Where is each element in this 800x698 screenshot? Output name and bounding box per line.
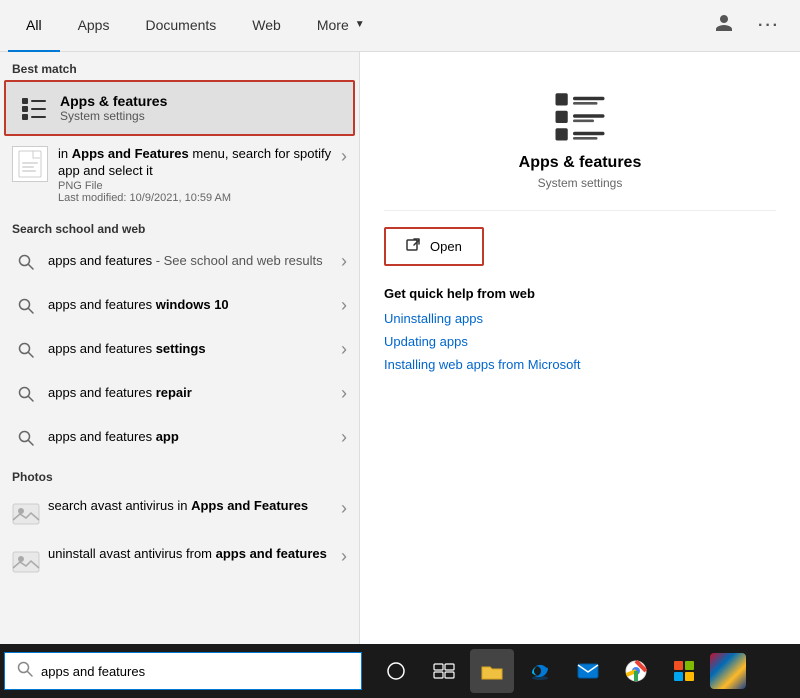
game-icon[interactable] bbox=[710, 653, 746, 689]
photo-result-1[interactable]: search avast antivirus in Apps and Featu… bbox=[0, 488, 359, 536]
chevron-down-icon: ▼ bbox=[355, 19, 365, 30]
file-result-title: in Apps and Features menu, search for sp… bbox=[58, 146, 341, 180]
chrome-icon[interactable] bbox=[614, 649, 658, 693]
search-icon bbox=[17, 661, 33, 682]
photo-result-2-content: uninstall avast antivirus from apps and … bbox=[48, 546, 341, 563]
more-options-icon[interactable]: ··· bbox=[754, 13, 784, 39]
tab-documents[interactable]: Documents bbox=[127, 0, 234, 52]
best-match-title: Apps & features bbox=[60, 93, 167, 109]
photo-result-1-chevron bbox=[341, 498, 347, 519]
web-result-4-chevron bbox=[341, 383, 347, 404]
web-result-1-title: apps and features - See school and web r… bbox=[48, 253, 341, 270]
tab-web[interactable]: Web bbox=[234, 0, 299, 52]
tab-apps[interactable]: Apps bbox=[60, 0, 128, 52]
best-match-subtitle: System settings bbox=[60, 109, 167, 123]
quick-help-title: Get quick help from web bbox=[384, 286, 776, 301]
app-preview-title: Apps & features bbox=[519, 154, 642, 172]
mail-icon[interactable] bbox=[566, 649, 610, 693]
file-chevron-icon bbox=[341, 146, 347, 167]
tab-all[interactable]: All bbox=[8, 0, 60, 52]
open-label: Open bbox=[430, 239, 462, 254]
web-result-1-chevron bbox=[341, 251, 347, 272]
web-result-5[interactable]: apps and features app bbox=[0, 416, 359, 460]
tab-more[interactable]: More ▼ bbox=[299, 0, 383, 52]
best-match-text: Apps & features System settings bbox=[60, 93, 167, 123]
apps-features-icon bbox=[18, 92, 50, 124]
photo-result-1-title: search avast antivirus in Apps and Featu… bbox=[48, 498, 341, 515]
store-icon[interactable] bbox=[662, 649, 706, 693]
search-bar bbox=[4, 652, 362, 690]
quick-help-link-3[interactable]: Installing web apps from Microsoft bbox=[384, 357, 776, 372]
open-icon bbox=[406, 237, 422, 256]
left-panel: Best match Apps & features System settin… bbox=[0, 52, 360, 644]
web-result-5-title: apps and features app bbox=[48, 429, 341, 446]
web-result-4-title: apps and features repair bbox=[48, 385, 341, 402]
web-result-3-content: apps and features settings bbox=[48, 341, 341, 358]
task-view-icon[interactable] bbox=[374, 649, 418, 693]
web-result-2-content: apps and features windows 10 bbox=[48, 297, 341, 314]
file-result-type: PNG File bbox=[58, 180, 341, 192]
top-nav: All Apps Documents Web More ▼ ··· bbox=[0, 0, 800, 52]
web-result-1-content: apps and features - See school and web r… bbox=[48, 253, 341, 270]
web-result-2-title: apps and features windows 10 bbox=[48, 297, 341, 314]
file-result-item[interactable]: in Apps and Features menu, search for sp… bbox=[0, 138, 359, 212]
web-result-3[interactable]: apps and features settings bbox=[0, 328, 359, 372]
file-icon bbox=[12, 146, 48, 182]
best-match-label: Best match bbox=[0, 52, 359, 80]
quick-help-link-1[interactable]: Uninstalling apps bbox=[384, 311, 776, 326]
app-preview-subtitle: System settings bbox=[538, 176, 623, 190]
best-match-item[interactable]: Apps & features System settings bbox=[4, 80, 355, 136]
app-preview: Apps & features System settings bbox=[384, 72, 776, 211]
web-result-2[interactable]: apps and features windows 10 bbox=[0, 284, 359, 328]
file-explorer-icon[interactable] bbox=[470, 649, 514, 693]
web-result-1[interactable]: apps and features - See school and web r… bbox=[0, 240, 359, 284]
search-loop-icon-2 bbox=[12, 292, 40, 320]
multitasking-icon[interactable] bbox=[422, 649, 466, 693]
photo-icon-2 bbox=[12, 548, 40, 576]
web-result-4[interactable]: apps and features repair bbox=[0, 372, 359, 416]
web-result-3-title: apps and features settings bbox=[48, 341, 341, 358]
photos-label: Photos bbox=[0, 460, 359, 488]
photo-result-2[interactable]: uninstall avast antivirus from apps and … bbox=[0, 536, 359, 584]
web-result-5-content: apps and features app bbox=[48, 429, 341, 446]
search-loop-icon-3 bbox=[12, 336, 40, 364]
user-icon[interactable] bbox=[710, 9, 738, 42]
file-result-content: in Apps and Features menu, search for sp… bbox=[58, 146, 341, 204]
quick-help-link-2[interactable]: Updating apps bbox=[384, 334, 776, 349]
nav-actions: ··· bbox=[710, 9, 792, 42]
photo-result-1-content: search avast antivirus in Apps and Featu… bbox=[48, 498, 341, 515]
search-loop-icon-4 bbox=[12, 380, 40, 408]
app-preview-icon bbox=[552, 88, 608, 144]
web-result-4-content: apps and features repair bbox=[48, 385, 341, 402]
right-panel: Apps & features System settings Open Get… bbox=[360, 52, 800, 644]
school-web-label: Search school and web bbox=[0, 212, 359, 240]
file-result-modified: Last modified: 10/9/2021, 10:59 AM bbox=[58, 192, 341, 204]
taskbar bbox=[0, 644, 800, 698]
web-result-2-chevron bbox=[341, 295, 347, 316]
search-loop-icon-5 bbox=[12, 424, 40, 452]
main-container: Best match Apps & features System settin… bbox=[0, 52, 800, 644]
edge-browser-icon[interactable] bbox=[518, 649, 562, 693]
web-result-3-chevron bbox=[341, 339, 347, 360]
search-loop-icon-1 bbox=[12, 248, 40, 276]
photo-result-2-chevron bbox=[341, 546, 347, 567]
photo-icon-1 bbox=[12, 500, 40, 528]
search-input[interactable] bbox=[41, 664, 349, 679]
web-result-5-chevron bbox=[341, 427, 347, 448]
open-button[interactable]: Open bbox=[384, 227, 484, 266]
photo-result-2-title: uninstall avast antivirus from apps and … bbox=[48, 546, 341, 563]
